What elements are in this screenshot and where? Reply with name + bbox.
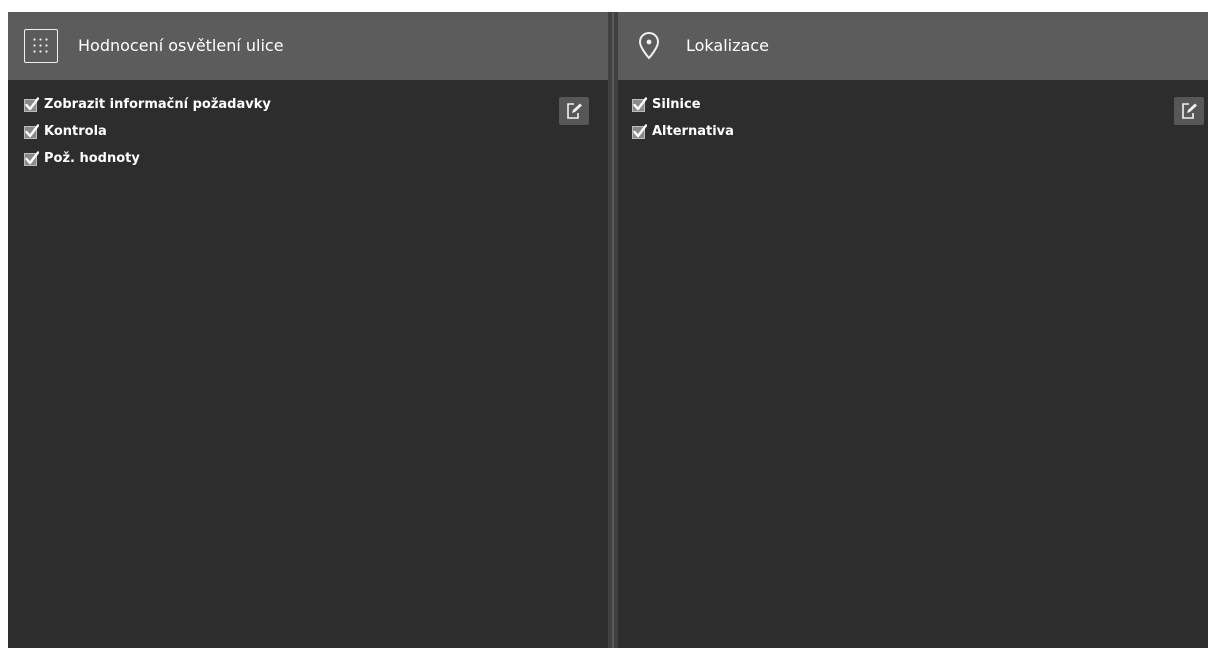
checkbox-row-alternative[interactable]: Alternativa — [632, 123, 734, 150]
checkbox-checked-icon[interactable] — [632, 124, 647, 139]
panel-header: Hodnocení osvětlení ulice — [8, 12, 608, 80]
checkbox-row-roads[interactable]: Silnice — [632, 96, 734, 123]
edit-export-icon — [567, 103, 582, 119]
checkbox-checked-icon[interactable] — [24, 151, 39, 166]
panel-street-lighting: Hodnocení osvětlení ulice Zobrazit infor… — [8, 12, 608, 648]
option-list: Zobrazit informační požadavky Kontrola P… — [24, 96, 271, 177]
checkbox-row-control[interactable]: Kontrola — [24, 123, 271, 150]
app-window: Hodnocení osvětlení ulice Zobrazit infor… — [8, 12, 1208, 648]
splitter-line — [612, 12, 614, 648]
panel-title: Hodnocení osvětlení ulice — [78, 36, 284, 55]
panel-header: Lokalizace — [618, 12, 1208, 80]
edit-export-button[interactable] — [559, 97, 589, 125]
panel-splitter[interactable] — [608, 12, 618, 648]
panel-title: Lokalizace — [686, 36, 769, 55]
checkbox-label: Pož. hodnoty — [44, 151, 140, 166]
checkbox-row-required-values[interactable]: Pož. hodnoty — [24, 150, 271, 177]
checkbox-label: Kontrola — [44, 124, 107, 139]
checkbox-label: Silnice — [652, 97, 701, 112]
location-pin-icon — [638, 31, 660, 60]
edit-export-button[interactable] — [1174, 97, 1204, 125]
edit-export-icon — [1182, 103, 1197, 119]
checkbox-label: Zobrazit informační požadavky — [44, 97, 271, 112]
checkbox-row-info-requests[interactable]: Zobrazit informační požadavky — [24, 96, 271, 123]
grid-icon — [24, 29, 58, 63]
checkbox-label: Alternativa — [652, 124, 734, 139]
checkbox-checked-icon[interactable] — [24, 124, 39, 139]
panel-localization: Lokalizace Silnice Alternativa — [618, 12, 1208, 648]
option-list: Silnice Alternativa — [632, 96, 734, 150]
checkbox-checked-icon[interactable] — [632, 97, 647, 112]
checkbox-checked-icon[interactable] — [24, 97, 39, 112]
